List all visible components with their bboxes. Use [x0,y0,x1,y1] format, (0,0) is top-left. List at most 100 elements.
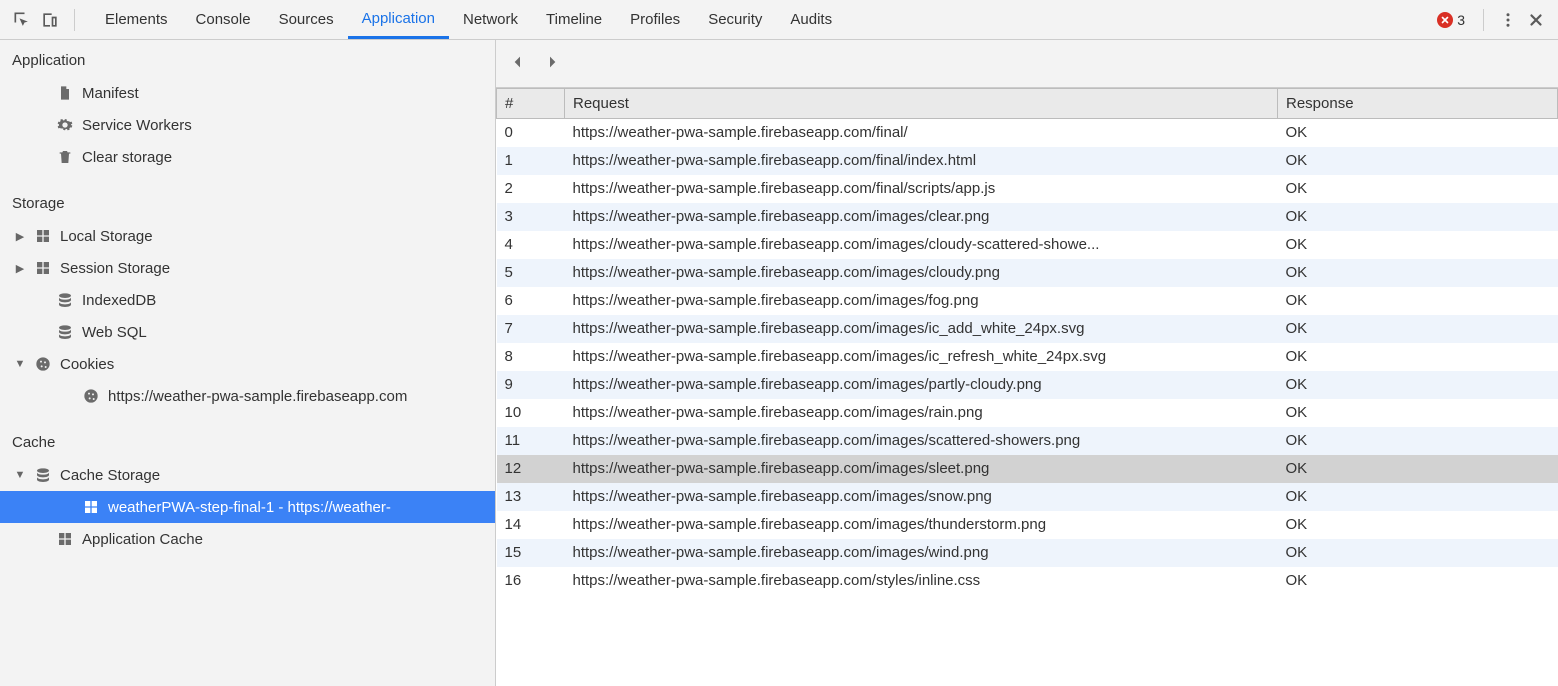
separator [1483,9,1484,31]
more-menu-button[interactable] [1494,6,1522,34]
cell-req: https://weather-pwa-sample.firebaseapp.c… [565,231,1278,259]
table-row[interactable]: 12https://weather-pwa-sample.firebaseapp… [497,455,1558,483]
panel-tabs: ElementsConsoleSourcesApplicationNetwork… [91,0,846,39]
table-row[interactable]: 15https://weather-pwa-sample.firebaseapp… [497,539,1558,567]
sidebar-item-label: https://weather-pwa-sample.firebaseapp.c… [108,388,407,405]
sidebar-item[interactable]: IndexedDB [0,284,495,316]
cell-req: https://weather-pwa-sample.firebaseapp.c… [565,399,1278,427]
close-devtools-button[interactable] [1522,6,1550,34]
sidebar-item[interactable]: Manifest [0,77,495,109]
table-row[interactable]: 1https://weather-pwa-sample.firebaseapp.… [497,147,1558,175]
tab-profiles[interactable]: Profiles [616,0,694,39]
cell-n: 13 [497,483,565,511]
cookie-icon [82,387,100,405]
sidebar-item-label: Application Cache [82,531,203,548]
col-header-response[interactable]: Response [1278,89,1558,119]
cell-req: https://weather-pwa-sample.firebaseapp.c… [565,455,1278,483]
trash-icon [56,148,74,166]
cell-resp: OK [1278,175,1558,203]
table-row[interactable]: 3https://weather-pwa-sample.firebaseapp.… [497,203,1558,231]
tab-network[interactable]: Network [449,0,532,39]
nav-back-button[interactable] [510,54,526,73]
sidebar-item-label: Manifest [82,85,139,102]
table-row[interactable]: 2https://weather-pwa-sample.firebaseapp.… [497,175,1558,203]
col-header-request[interactable]: Request [565,89,1278,119]
table-row[interactable]: 11https://weather-pwa-sample.firebaseapp… [497,427,1558,455]
table-row[interactable]: 13https://weather-pwa-sample.firebaseapp… [497,483,1558,511]
sidebar-item[interactable]: ▼Cache Storage [0,459,495,491]
tab-application[interactable]: Application [348,0,449,39]
sidebar-item-label: IndexedDB [82,292,156,309]
cell-resp: OK [1278,511,1558,539]
table-row[interactable]: 9https://weather-pwa-sample.firebaseapp.… [497,371,1558,399]
inspect-element-button[interactable] [8,6,36,34]
cell-req: https://weather-pwa-sample.firebaseapp.c… [565,315,1278,343]
grid-icon [34,259,52,277]
cell-n: 0 [497,119,565,147]
cell-n: 1 [497,147,565,175]
table-row[interactable]: 14https://weather-pwa-sample.firebaseapp… [497,511,1558,539]
tab-sources[interactable]: Sources [265,0,348,39]
table-row[interactable]: 7https://weather-pwa-sample.firebaseapp.… [497,315,1558,343]
cell-n: 16 [497,567,565,595]
sidebar-item[interactable]: Web SQL [0,316,495,348]
cell-req: https://weather-pwa-sample.firebaseapp.c… [565,175,1278,203]
error-count-pill[interactable]: 3 [1429,12,1473,28]
sidebar-item[interactable]: Application Cache [0,523,495,555]
cell-resp: OK [1278,231,1558,259]
tab-timeline[interactable]: Timeline [532,0,616,39]
sidebar-item[interactable]: weatherPWA-step-final-1 - https://weathe… [0,491,495,523]
col-header-index[interactable]: # [497,89,565,119]
table-row[interactable]: 16https://weather-pwa-sample.firebaseapp… [497,567,1558,595]
file-icon [56,84,74,102]
tab-elements[interactable]: Elements [91,0,182,39]
tab-console[interactable]: Console [182,0,265,39]
expand-arrow-icon: ▼ [14,358,26,370]
sidebar-item[interactable]: ▶Local Storage [0,220,495,252]
cell-req: https://weather-pwa-sample.firebaseapp.c… [565,539,1278,567]
table-row[interactable]: 5https://weather-pwa-sample.firebaseapp.… [497,259,1558,287]
cell-resp: OK [1278,455,1558,483]
sidebar-item[interactable]: ▶Session Storage [0,252,495,284]
sidebar-group-storage: Storage [0,183,495,220]
cookie-icon [34,355,52,373]
devtools-tabbar: ElementsConsoleSourcesApplicationNetwork… [0,0,1558,40]
nav-forward-button[interactable] [544,54,560,73]
device-toggle-button[interactable] [36,6,64,34]
error-icon [1437,12,1453,28]
cell-resp: OK [1278,399,1558,427]
db-icon [56,291,74,309]
cell-resp: OK [1278,259,1558,287]
cell-resp: OK [1278,567,1558,595]
cell-n: 9 [497,371,565,399]
sidebar-item[interactable]: Clear storage [0,141,495,173]
table-row[interactable]: 8https://weather-pwa-sample.firebaseapp.… [497,343,1558,371]
sidebar-item-label: weatherPWA-step-final-1 - https://weathe… [108,499,391,516]
sidebar-item[interactable]: Service Workers [0,109,495,141]
sidebar-item[interactable]: https://weather-pwa-sample.firebaseapp.c… [0,380,495,412]
cell-n: 11 [497,427,565,455]
cell-req: https://weather-pwa-sample.firebaseapp.c… [565,427,1278,455]
cell-resp: OK [1278,539,1558,567]
table-row[interactable]: 10https://weather-pwa-sample.firebaseapp… [497,399,1558,427]
tab-audits[interactable]: Audits [776,0,846,39]
cell-resp: OK [1278,203,1558,231]
table-row[interactable]: 0https://weather-pwa-sample.firebaseapp.… [497,119,1558,147]
tab-security[interactable]: Security [694,0,776,39]
cell-resp: OK [1278,287,1558,315]
cell-resp: OK [1278,427,1558,455]
sidebar-item-label: Service Workers [82,117,192,134]
cell-resp: OK [1278,315,1558,343]
grid-icon [34,227,52,245]
separator [74,9,75,31]
cell-req: https://weather-pwa-sample.firebaseapp.c… [565,511,1278,539]
cell-req: https://weather-pwa-sample.firebaseapp.c… [565,343,1278,371]
cell-req: https://weather-pwa-sample.firebaseapp.c… [565,147,1278,175]
table-row[interactable]: 6https://weather-pwa-sample.firebaseapp.… [497,287,1558,315]
sidebar-item[interactable]: ▼ Cookies [0,348,495,380]
sidebar-item-label: Cookies [60,356,114,373]
cache-nav-toolbar [496,40,1558,88]
cell-req: https://weather-pwa-sample.firebaseapp.c… [565,371,1278,399]
table-row[interactable]: 4https://weather-pwa-sample.firebaseapp.… [497,231,1558,259]
cell-req: https://weather-pwa-sample.firebaseapp.c… [565,259,1278,287]
